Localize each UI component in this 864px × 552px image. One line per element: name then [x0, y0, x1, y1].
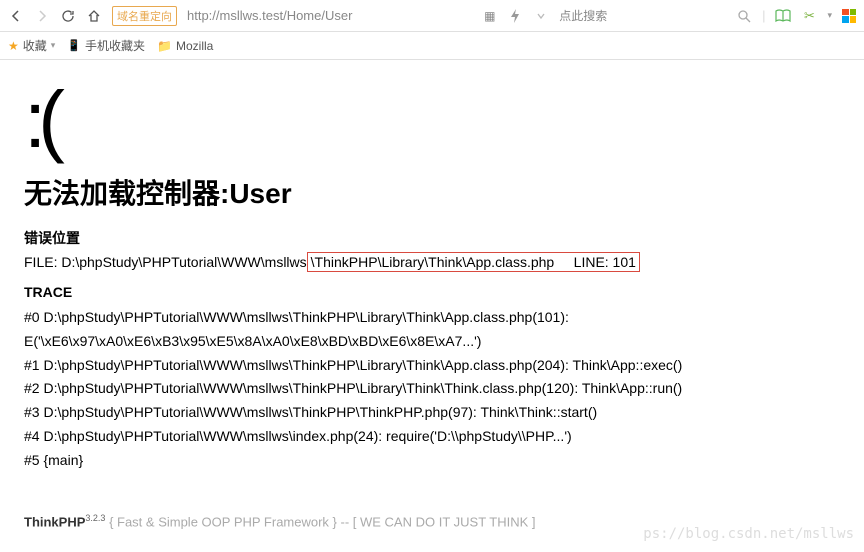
scissors-icon[interactable]: ✂	[801, 8, 817, 24]
star-icon: ★	[8, 39, 19, 53]
footer-brand: ThinkPHP	[24, 514, 85, 529]
search-placeholder[interactable]: 点此搜索	[559, 7, 607, 24]
favorites-label: 收藏	[23, 37, 47, 54]
trace-line: #3 D:\phpStudy\PHPTutorial\WWW\msllws\Th…	[24, 401, 840, 425]
error-location-label: 错误位置	[24, 228, 840, 248]
folder-icon: 📁	[157, 39, 172, 53]
file-prefix: FILE: D:\phpStudy\PHPTutorial\WWW\msllws	[24, 254, 307, 270]
trace-line: #2 D:\phpStudy\PHPTutorial\WWW\msllws\Th…	[24, 377, 840, 401]
trace-line: E('\xE6\x97\xA0\xE6\xB3\x95\xE5\x8A\xA0\…	[24, 330, 840, 354]
error-file-line: FILE: D:\phpStudy\PHPTutorial\WWW\msllws…	[24, 254, 840, 270]
search-icon[interactable]	[736, 8, 752, 24]
chevron-down-icon: ▾	[51, 40, 56, 51]
mobile-bookmarks[interactable]: 📱 手机收藏夹	[67, 37, 145, 54]
reload-button[interactable]	[60, 8, 76, 24]
trace-line: #4 D:\phpStudy\PHPTutorial\WWW\msllws\in…	[24, 425, 840, 449]
redirect-tag: 域名重定向	[112, 6, 177, 26]
scissors-dropdown-icon[interactable]: ▾	[827, 10, 832, 21]
footer-slogan: { Fast & Simple OOP PHP Framework } -- […	[109, 514, 535, 529]
toolbar-chevron-icon[interactable]	[533, 8, 549, 24]
phone-icon: 📱	[67, 39, 81, 52]
mozilla-label: Mozilla	[176, 39, 213, 53]
flash-icon[interactable]	[507, 8, 523, 24]
mobile-label: 手机收藏夹	[85, 37, 145, 54]
favorites-menu[interactable]: ★ 收藏 ▾	[8, 37, 55, 54]
sad-face-icon: :(	[24, 80, 840, 160]
footer-version: 3.2.3	[85, 513, 105, 523]
apps-icon[interactable]	[842, 9, 856, 23]
qr-icon[interactable]: ▦	[481, 8, 497, 24]
forward-button[interactable]	[34, 8, 50, 24]
error-title: 无法加载控制器:User	[24, 172, 840, 212]
bookmark-bar: ★ 收藏 ▾ 📱 手机收藏夹 📁 Mozilla	[0, 32, 864, 60]
trace-list: #0 D:\phpStudy\PHPTutorial\WWW\msllws\Th…	[24, 306, 840, 473]
trace-line: #5 {main}	[24, 449, 840, 473]
back-button[interactable]	[8, 8, 24, 24]
error-page-content: :( 无法加载控制器:User 错误位置 FILE: D:\phpStudy\P…	[0, 60, 864, 549]
home-button[interactable]	[86, 8, 102, 24]
framework-footer: ThinkPHP3.2.3 { Fast & Simple OOP PHP Fr…	[24, 513, 840, 529]
book-icon[interactable]	[775, 8, 791, 24]
file-highlight: \ThinkPHP\Library\Think\App.class.php LI…	[307, 252, 640, 272]
url-bar[interactable]: http://msllws.test/Home/User	[187, 8, 352, 23]
trace-line: #1 D:\phpStudy\PHPTutorial\WWW\msllws\Th…	[24, 354, 840, 378]
mozilla-folder[interactable]: 📁 Mozilla	[157, 39, 213, 53]
browser-toolbar: 域名重定向 http://msllws.test/Home/User ▦ 点此搜…	[0, 0, 864, 32]
trace-label: TRACE	[24, 284, 840, 300]
trace-line: #0 D:\phpStudy\PHPTutorial\WWW\msllws\Th…	[24, 306, 840, 330]
